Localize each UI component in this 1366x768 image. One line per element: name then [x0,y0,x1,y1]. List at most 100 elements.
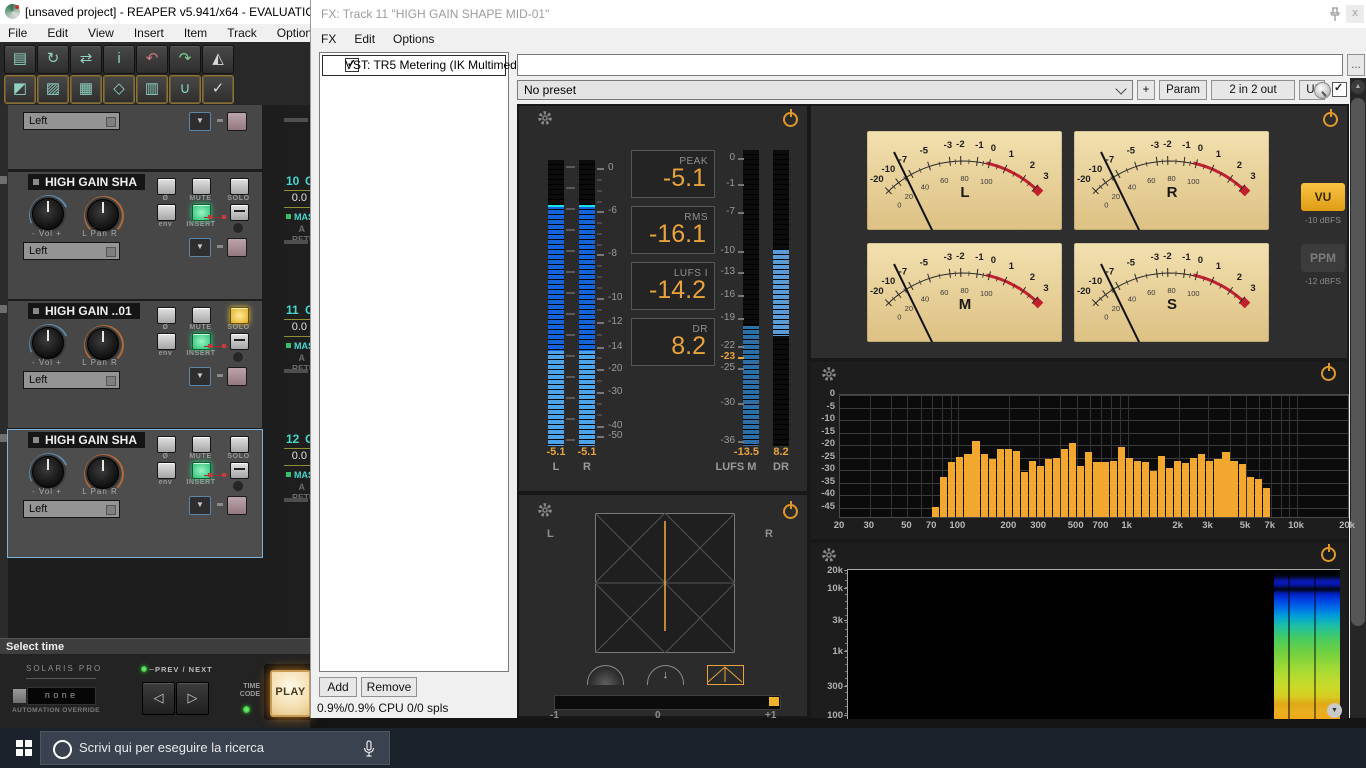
remove-button[interactable]: Remove [361,677,417,697]
env-button[interactable] [157,204,176,221]
toolbar-button[interactable]: ▨ [37,75,69,104]
scrollbar[interactable]: ▲ [1350,78,1366,718]
add-button[interactable]: Add [319,677,357,697]
menu-file[interactable]: File [8,24,27,42]
menu-item[interactable]: Item [184,24,207,42]
folder-icon[interactable] [0,305,7,313]
input-selector[interactable]: Left [23,371,120,389]
mute-button[interactable] [192,436,211,453]
fx-menu-options[interactable]: Options [393,28,434,50]
scroll-down-icon[interactable]: ▼ [1327,703,1342,718]
mixer-cell-11[interactable]: 11G 0.0 MAST ARETU [284,301,310,428]
start-button[interactable] [16,740,32,756]
input-selector[interactable]: Left [23,500,120,518]
save-preset-button[interactable]: + [1137,80,1155,100]
toolbar-button[interactable]: ▤ [4,45,36,74]
power-icon[interactable] [1321,547,1336,562]
track-name[interactable]: HIGH GAIN ..01 [28,303,140,319]
automation-override-display[interactable]: none [27,687,96,705]
volume-knob[interactable] [32,327,64,359]
scroll-up-icon[interactable]: ▲ [1351,80,1365,94]
mute-button[interactable] [192,178,211,195]
recmode-dropdown[interactable]: ▼ [189,496,211,515]
toolbar-button[interactable]: ▦ [70,75,102,104]
phase-button[interactable] [157,307,176,324]
mini-knob[interactable] [232,351,244,363]
env-button[interactable] [157,462,176,479]
play-button[interactable]: PLAY [270,670,311,717]
io-button[interactable] [230,462,249,479]
pan-knob[interactable] [87,328,119,360]
gear-icon[interactable] [537,110,553,126]
fx-menu-edit[interactable]: Edit [354,28,375,50]
solo-button[interactable] [230,436,249,453]
record-arm-button[interactable] [227,496,247,515]
mixer-cell-10[interactable]: 10G 0.0 MAST ARETU [284,172,310,299]
track-row-12[interactable]: HIGH GAIN SHA - Vol + L Pan R Ø MUTE SOL… [8,430,262,557]
toolbar-button[interactable]: ↻ [37,45,69,74]
param-button[interactable]: Param [1159,80,1207,100]
track-name[interactable]: HIGH GAIN SHA [28,432,145,448]
mini-knob[interactable] [232,480,244,492]
mute-button[interactable] [192,307,211,324]
record-arm-button[interactable] [227,367,247,386]
phase-button[interactable] [157,436,176,453]
microphone-icon[interactable] [363,740,375,758]
pan-knob[interactable] [87,199,119,231]
vu-mode-button[interactable]: VU [1301,183,1345,211]
gonio-mode-peak-button[interactable] [707,665,744,685]
pin-icon[interactable] [1327,6,1343,23]
phase-button[interactable] [157,178,176,195]
more-button[interactable]: ... [1347,54,1365,76]
ppm-mode-button[interactable]: PPM [1301,244,1345,272]
folder-icon[interactable] [0,434,7,442]
volume-knob[interactable] [32,456,64,488]
input-selector[interactable]: Left [23,112,120,130]
recmode-dropdown[interactable]: ▼ [189,238,211,257]
gear-icon[interactable] [537,502,553,518]
toolbar-button[interactable]: ↷ [169,45,201,74]
io-button[interactable] [230,333,249,350]
env-button[interactable] [157,333,176,350]
toolbar-button[interactable]: ◭ [202,45,234,74]
menu-insert[interactable]: Insert [134,24,164,42]
recmode-dropdown[interactable]: ▼ [189,112,211,131]
power-icon[interactable] [783,504,798,519]
fx-comment-field[interactable] [517,54,1343,76]
toolbar-button[interactable]: ⇄ [70,45,102,74]
volume-knob[interactable] [32,198,64,230]
fx-menu-fx[interactable]: FX [321,28,336,50]
track-name[interactable]: HIGH GAIN SHA [28,174,145,190]
next-button[interactable]: ▷ [176,682,209,715]
folder-icon[interactable] [0,176,7,184]
pan-knob[interactable] [87,457,119,489]
power-icon[interactable] [1321,366,1336,381]
fx-chain-item[interactable]: VST: TR5 Metering (IK Multimedia) [322,55,506,76]
close-icon[interactable]: x [1346,5,1364,23]
toolbar-button[interactable]: ▥ [136,75,168,104]
menu-view[interactable]: View [88,24,114,42]
track-row-11[interactable]: HIGH GAIN ..01 - Vol + L Pan R Ø MUTE SO… [8,301,262,428]
toolbar-button[interactable]: ◩ [4,75,36,104]
track-row-10[interactable]: HIGH GAIN SHA - Vol + L Pan R Ø MUTE SOL… [8,172,262,299]
toolbar-button[interactable]: i [103,45,135,74]
prev-button[interactable]: ◁ [142,682,175,715]
toolbar-button[interactable]: ✓ [202,75,234,104]
solo-button[interactable] [230,178,249,195]
search-box[interactable]: Scrivi qui per eseguire la ricerca [40,731,390,765]
io-button[interactable] [230,204,249,221]
wet-dry-knob[interactable] [1314,82,1331,99]
gear-icon[interactable] [821,366,837,382]
toolbar-button[interactable]: ∪ [169,75,201,104]
record-arm-button[interactable] [227,238,247,257]
scrollbar-thumb[interactable] [1351,98,1365,626]
power-icon[interactable] [1323,112,1338,127]
power-icon[interactable] [783,112,798,127]
preset-combo[interactable]: No preset [517,80,1133,100]
gear-icon[interactable] [821,547,837,563]
track-partial[interactable]: ▼ Left [8,105,262,169]
fx-chain-list[interactable]: VST: TR5 Metering (IK Multimedia) [319,52,509,672]
fx-bypass-checkbox[interactable] [1332,82,1347,97]
recmode-dropdown[interactable]: ▼ [189,367,211,386]
record-arm-button[interactable] [227,112,247,131]
